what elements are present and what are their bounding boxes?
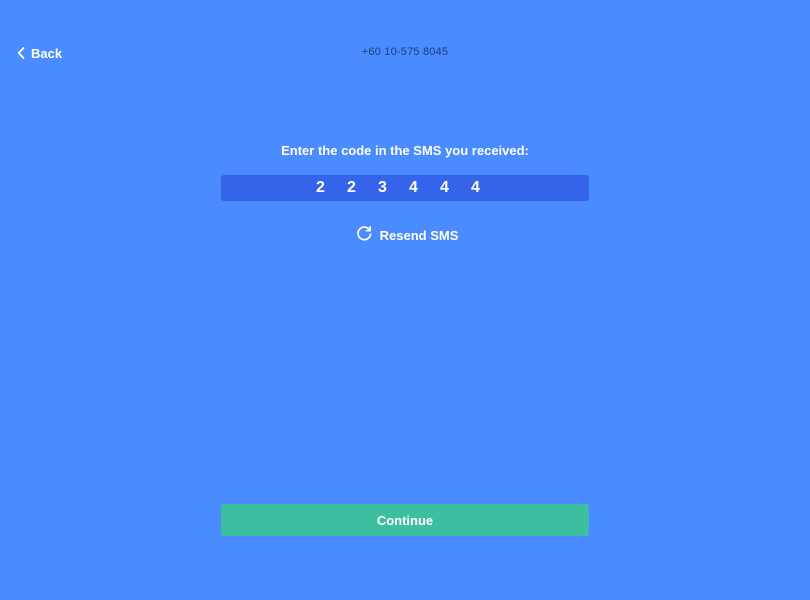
continue-button[interactable]: Continue bbox=[221, 504, 589, 536]
code-digit: 3 bbox=[378, 179, 387, 196]
sms-code-input[interactable]: 2 2 3 4 4 4 bbox=[221, 175, 589, 201]
code-digits: 2 2 3 4 4 4 bbox=[305, 179, 491, 197]
code-digit: 2 bbox=[347, 179, 356, 196]
code-digit: 4 bbox=[409, 179, 418, 196]
resend-sms-button[interactable]: Resend SMS bbox=[0, 225, 810, 245]
code-digit: 4 bbox=[471, 179, 480, 196]
resend-label: Resend SMS bbox=[379, 227, 459, 243]
code-digit: 4 bbox=[440, 179, 449, 196]
code-instruction: Enter the code in the SMS you received: bbox=[281, 143, 529, 158]
code-digit: 2 bbox=[316, 179, 325, 196]
phone-number: +60 10-575 8045 bbox=[361, 46, 449, 58]
refresh-icon bbox=[356, 225, 373, 245]
